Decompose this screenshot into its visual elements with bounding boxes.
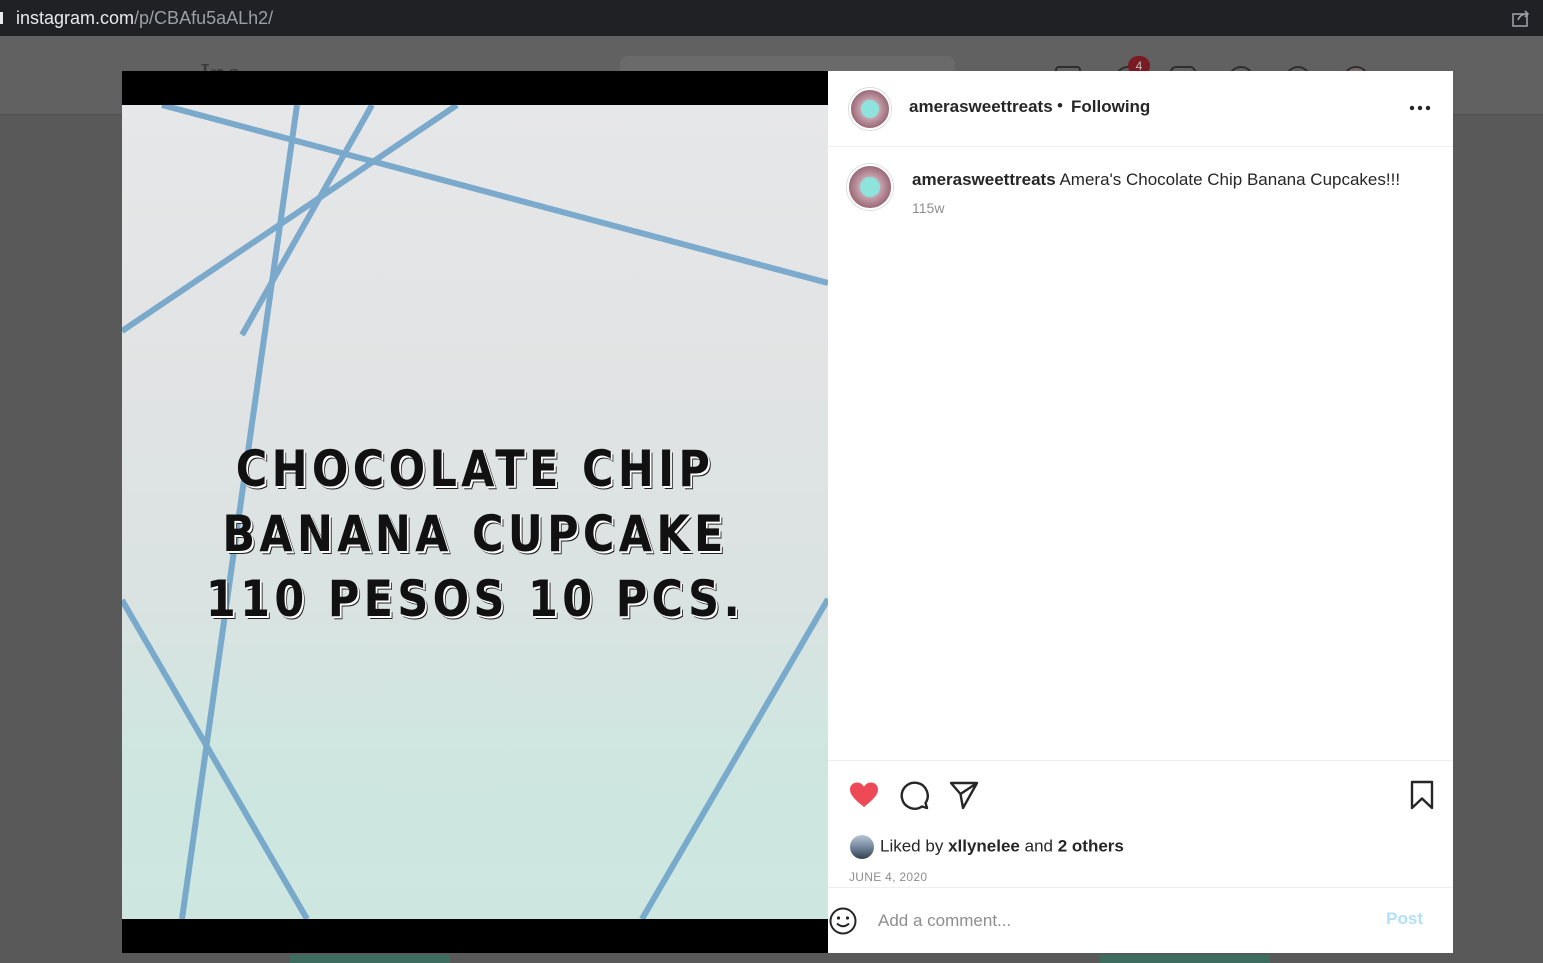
image-overlay-text: CHOCOLATE CHIP BANANA CUPCAKE 110 PESOS … (171, 437, 778, 632)
heart-filled-icon[interactable] (848, 779, 880, 811)
header-separator: • (1057, 96, 1063, 115)
comment-input[interactable] (878, 906, 1348, 936)
likes-prefix: Liked by (880, 836, 944, 856)
image-text-line: BANANA CUPCAKE (222, 505, 728, 563)
post-header: amerasweettreats • Following (828, 71, 1453, 147)
likes-others-link[interactable]: 2 others (1058, 836, 1124, 855)
liker-username[interactable]: xllynelee (948, 836, 1020, 855)
background-thumbnail (1100, 955, 1270, 963)
more-horizontal-icon[interactable] (1407, 98, 1433, 118)
share-icon[interactable] (1511, 8, 1531, 28)
post-media[interactable]: CHOCOLATE CHIP BANANA CUPCAKE 110 PESOS … (122, 71, 828, 953)
bookmark-icon[interactable] (1406, 779, 1438, 811)
post-comment-button[interactable]: Post (1386, 909, 1423, 929)
url-path: /p/CBAfu5aALh2/ (134, 8, 274, 28)
address-bar-edge (0, 12, 3, 24)
post-side-panel: amerasweettreats • Following amerasweett… (828, 71, 1453, 953)
url-text[interactable]: instagram.com/p/CBAfu5aALh2/ (16, 8, 273, 29)
caption-avatar[interactable] (847, 164, 893, 210)
caption-body: Amera's Chocolate Chip Banana Cupcakes!!… (1059, 170, 1401, 189)
likes-connector: and (1024, 836, 1053, 856)
image-text-line: CHOCOLATE CHIP (235, 440, 715, 498)
browser-address-bar[interactable]: instagram.com/p/CBAfu5aALh2/ (0, 0, 1543, 36)
caption-text: amerasweettreats Amera's Chocolate Chip … (912, 170, 1400, 190)
caption-timestamp[interactable]: 115w (912, 200, 944, 216)
post-date[interactable]: JUNE 4, 2020 (849, 870, 927, 884)
emoji-icon[interactable] (828, 906, 858, 936)
comment-icon[interactable] (898, 779, 930, 811)
url-host: instagram.com (16, 8, 135, 28)
comment-form: Post (828, 887, 1453, 954)
author-username[interactable]: amerasweettreats (909, 97, 1053, 117)
liker-avatar[interactable] (850, 835, 874, 859)
image-text-line: 110 PESOS 10 PCS. (205, 570, 745, 628)
post-image: CHOCOLATE CHIP BANANA CUPCAKE 110 PESOS … (122, 105, 828, 919)
send-icon[interactable] (948, 779, 980, 811)
author-avatar[interactable] (849, 88, 891, 130)
background-thumbnail (290, 955, 450, 963)
caption-username[interactable]: amerasweettreats (912, 170, 1056, 189)
likes-summary: Liked by xllynelee and 2 others (850, 835, 1124, 865)
action-bar (828, 760, 1453, 821)
post-modal: CHOCOLATE CHIP BANANA CUPCAKE 110 PESOS … (122, 71, 1453, 953)
following-button[interactable]: Following (1071, 97, 1150, 117)
